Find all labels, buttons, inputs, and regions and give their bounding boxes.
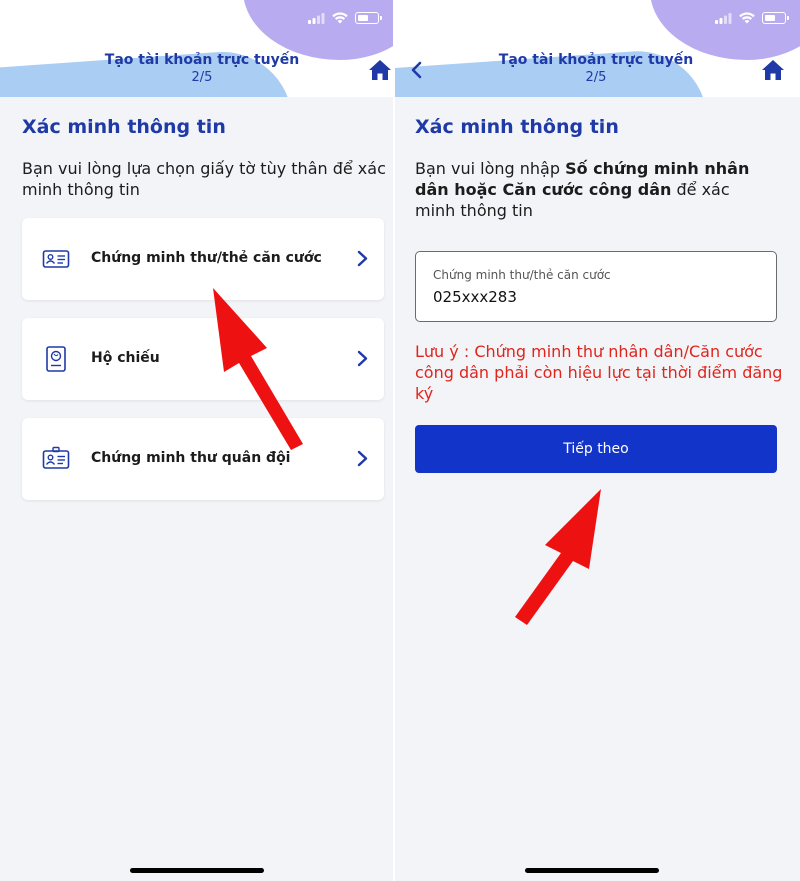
status-bar xyxy=(715,12,789,24)
page-description: Bạn vui lòng lựa chọn giấy tờ tùy thân đ… xyxy=(22,159,386,199)
wifi-icon xyxy=(739,12,755,24)
option-label: Chứng minh thư/thẻ căn cước xyxy=(91,250,322,266)
screen-select-document: Tạo tài khoản trực tuyến 2/5 Xác minh th… xyxy=(0,0,393,881)
header-title-block: Tạo tài khoản trực tuyến 2/5 xyxy=(92,51,312,87)
id-number-field[interactable]: Chứng minh thư/thẻ căn cước 025xxx283 xyxy=(415,251,777,322)
home-indicator xyxy=(525,868,659,873)
header-step: 2/5 xyxy=(585,70,607,85)
chevron-right-icon xyxy=(357,350,368,367)
page-description: Bạn vui lòng nhập Số chứng minh nhân dân… xyxy=(415,158,760,221)
id-card-icon xyxy=(42,250,70,268)
chevron-right-icon xyxy=(357,450,368,467)
page-title: Xác minh thông tin xyxy=(415,116,619,138)
red-arrow-annotation xyxy=(213,288,303,450)
wifi-icon xyxy=(332,12,348,24)
passport-icon xyxy=(46,346,66,372)
header: Tạo tài khoản trực tuyến 2/5 xyxy=(0,0,393,97)
home-indicator xyxy=(130,868,264,873)
home-icon[interactable] xyxy=(761,58,785,82)
page-title: Xác minh thông tin xyxy=(22,116,226,138)
description-prefix: Bạn vui lòng nhập xyxy=(415,159,566,178)
screen-enter-id-number: Tạo tài khoản trực tuyến 2/5 Xác minh th… xyxy=(395,0,800,881)
back-arrow-icon[interactable] xyxy=(409,60,423,80)
id-number-field-value[interactable]: 025xxx283 xyxy=(433,288,517,306)
validity-warning: Lưu ý : Chứng minh thư nhân dân/Căn cước… xyxy=(415,342,783,403)
home-icon[interactable] xyxy=(368,58,392,82)
option-label: Hộ chiếu xyxy=(91,350,160,366)
red-arrow-annotation xyxy=(515,489,601,625)
next-button[interactable]: Tiếp theo xyxy=(415,425,777,473)
header-title: Tạo tài khoản trực tuyến xyxy=(498,52,694,68)
chevron-right-icon xyxy=(357,250,368,267)
cellular-signal-icon xyxy=(308,12,325,24)
header: Tạo tài khoản trực tuyến 2/5 xyxy=(395,0,800,97)
military-id-icon xyxy=(42,446,70,469)
header-step: 2/5 xyxy=(191,70,213,85)
battery-icon xyxy=(762,12,789,24)
status-bar xyxy=(308,12,382,24)
cellular-signal-icon xyxy=(715,12,732,24)
header-title: Tạo tài khoản trực tuyến xyxy=(104,52,300,68)
header-title-block: Tạo tài khoản trực tuyến 2/5 xyxy=(486,51,706,87)
id-number-field-label: Chứng minh thư/thẻ căn cước xyxy=(433,268,611,282)
battery-icon xyxy=(355,12,382,24)
